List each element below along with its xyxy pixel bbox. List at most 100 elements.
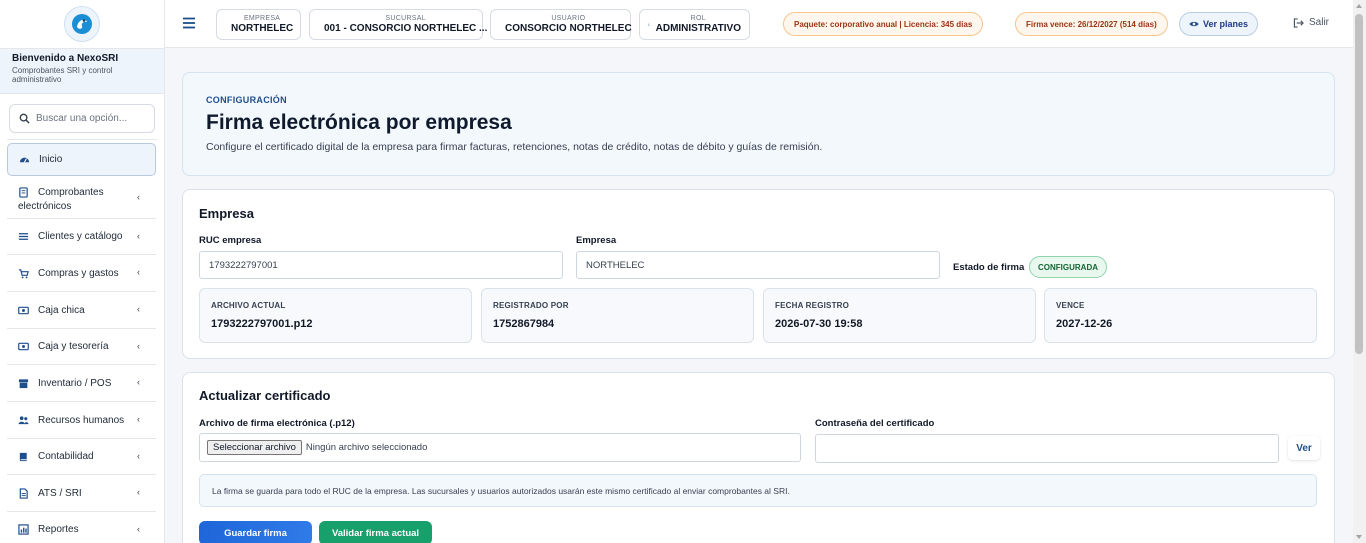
- sidebar-item-ats-sri[interactable]: ATS / SRI ‹: [7, 475, 156, 512]
- chevron-left-icon: ‹: [137, 340, 140, 351]
- logout-button[interactable]: Salir: [1293, 17, 1329, 28]
- rol-selector[interactable]: ROL ADMINISTRATIVO: [639, 9, 750, 40]
- signature-expiry-badge: Firma vence: 26/12/2027 (514 días): [1015, 12, 1168, 36]
- ruc-label: RUC empresa: [199, 235, 262, 246]
- view-plans-label: Ver planes: [1203, 19, 1249, 29]
- update-card-title: Actualizar certificado: [199, 388, 331, 403]
- sidebar-item-label: Caja y tesorería: [38, 341, 109, 352]
- menu-icon[interactable]: [182, 16, 196, 30]
- no-file-text: Ningún archivo seleccionado: [305, 442, 428, 453]
- info-vence: VENCE 2027-12-26: [1044, 288, 1317, 343]
- info-value: 2026-07-30 19:58: [775, 318, 863, 330]
- info-value: 1752867984: [493, 318, 555, 330]
- topbar: EMPRESA NORTHELEC SUCURSAL 001 - CONSORC…: [165, 0, 1353, 48]
- page-scrollbar[interactable]: [1353, 0, 1366, 543]
- sucursal-label: SUCURSAL: [385, 15, 426, 22]
- sidebar-search[interactable]: [9, 104, 155, 133]
- sidebar-item-caja-chica[interactable]: Caja chica ‹: [7, 292, 156, 329]
- save-signature-button[interactable]: Guardar firma: [199, 521, 312, 543]
- sidebar-item-label: Reportes: [38, 524, 79, 535]
- welcome-title: Bienvenido a NexoSRI: [12, 53, 119, 64]
- user-icon: [648, 23, 650, 26]
- info-label: FECHA REGISTRO: [775, 301, 850, 310]
- sidebar-item-label: Contabilidad: [38, 451, 94, 462]
- app-logo[interactable]: [64, 6, 100, 42]
- chevron-left-icon: ‹: [137, 524, 140, 534]
- info-value: 1793222797001.p12: [211, 318, 313, 330]
- usuario-value: CONSORCIO NORTHELEC: [505, 23, 632, 34]
- sidebar-item-reportes[interactable]: Reportes ‹: [7, 512, 156, 543]
- eye-icon: [1189, 21, 1199, 27]
- sidebar-item-compras[interactable]: Compras y gastos ‹: [7, 255, 156, 292]
- empresa-selector[interactable]: EMPRESA NORTHELEC: [216, 9, 301, 40]
- info-label: VENCE: [1056, 301, 1085, 310]
- usuario-label: USUARIO: [551, 15, 586, 22]
- config-header-card: CONFIGURACIÓN Firma electrónica por empr…: [182, 72, 1335, 176]
- sidebar-item-label-2: electrónicos: [18, 201, 72, 212]
- info-archivo-actual: ARCHIVO ACTUAL 1793222797001.p12: [199, 288, 472, 343]
- empresa-card-title: Empresa: [199, 206, 254, 221]
- logo-icon: [72, 14, 92, 34]
- sidebar-item-inicio[interactable]: Inicio: [7, 143, 156, 176]
- ruc-field[interactable]: 1793222797001: [199, 251, 563, 279]
- certificate-file-input[interactable]: Seleccionar archivo Ningún archivo selec…: [199, 433, 801, 462]
- scroll-down-icon[interactable]: [1356, 535, 1362, 539]
- sidebar-nav: Inicio Comprobantes electrónicos ‹ Clien…: [0, 143, 164, 543]
- signature-status-badge: CONFIGURADA: [1029, 256, 1107, 278]
- empresa-label: EMPRESA: [243, 15, 281, 22]
- validate-signature-button[interactable]: Validar firma actual: [319, 521, 432, 543]
- empresa-name-field[interactable]: NORTHELEC: [576, 251, 940, 279]
- sidebar-item-label: Compras y gastos: [38, 267, 119, 279]
- welcome-subtitle-2: administrativo: [12, 75, 62, 84]
- dashboard-icon: [19, 157, 30, 163]
- chevron-left-icon: ‹: [137, 192, 140, 202]
- page-description: Configure el certificado digital de la e…: [206, 141, 823, 153]
- package-badge: Paquete: corporativo anual | Licencia: 3…: [783, 12, 984, 36]
- search-input[interactable]: [36, 113, 146, 124]
- empresa-value: NORTHELEC: [231, 23, 294, 34]
- sidebar-item-label: Clientes y catálogo: [38, 231, 123, 242]
- certificate-password-field[interactable]: [815, 434, 1279, 463]
- password-label: Contraseña del certificado: [815, 418, 935, 429]
- update-certificate-card: Actualizar certificado Archivo de firma …: [182, 372, 1335, 543]
- document-icon: [19, 187, 28, 198]
- chevron-left-icon: ‹: [137, 377, 140, 387]
- sidebar-item-label: Inventario / POS: [38, 377, 112, 389]
- rol-label: ROL: [690, 15, 706, 22]
- info-label: ARCHIVO ACTUAL: [211, 301, 286, 310]
- section-kicker: CONFIGURACIÓN: [206, 95, 287, 105]
- sidebar-item-caja-tesoreria[interactable]: Caja y tesorería ‹: [7, 329, 156, 365]
- show-password-button[interactable]: Ver: [1288, 436, 1320, 460]
- view-plans-button[interactable]: Ver planes: [1179, 12, 1259, 36]
- chevron-left-icon: ‹: [137, 450, 140, 461]
- sidebar-item-recursos-humanos[interactable]: Recursos humanos ‹: [7, 402, 156, 439]
- sidebar-divider: [7, 139, 157, 140]
- sidebar-item-inventario[interactable]: Inventario / POS ‹: [7, 365, 156, 402]
- sidebar-item-clientes[interactable]: Clientes y catálogo ‹: [7, 219, 156, 255]
- logout-icon: [1293, 17, 1304, 28]
- page-title: Firma electrónica por empresa: [206, 111, 512, 134]
- sidebar-item-contabilidad[interactable]: Contabilidad ‹: [7, 439, 156, 475]
- file-label: Archivo de firma electrónica (.p12): [199, 418, 355, 429]
- sidebar: Bienvenido a NexoSRI Comprobantes SRI y …: [0, 0, 165, 543]
- scroll-thumb[interactable]: [1355, 14, 1363, 354]
- sidebar-item-label: Inicio: [39, 154, 63, 165]
- cash-icon: [18, 342, 29, 351]
- chevron-left-icon: ‹: [137, 487, 140, 497]
- scroll-up-icon[interactable]: [1356, 4, 1362, 8]
- sidebar-item-label: Recursos humanos: [38, 414, 125, 426]
- chevron-left-icon: ‹: [137, 230, 140, 241]
- sidebar-item-comprobantes[interactable]: Comprobantes electrónicos ‹: [7, 178, 156, 219]
- usuario-selector[interactable]: USUARIO CONSORCIO NORTHELEC: [490, 9, 632, 40]
- chart-icon: [18, 524, 29, 535]
- sucursal-selector[interactable]: SUCURSAL 001 - CONSORCIO NORTHELEC ...: [309, 9, 487, 40]
- list-icon: [18, 233, 29, 240]
- file-icon: [19, 487, 28, 499]
- search-icon: [19, 113, 30, 124]
- cart-icon: [18, 268, 29, 278]
- info-note: La firma se guarda para todo el RUC de l…: [199, 474, 1317, 507]
- select-file-button[interactable]: Seleccionar archivo: [207, 440, 302, 455]
- welcome-panel: Bienvenido a NexoSRI Comprobantes SRI y …: [0, 48, 164, 94]
- book-icon: [19, 452, 27, 462]
- rol-value: ADMINISTRATIVO: [655, 23, 741, 34]
